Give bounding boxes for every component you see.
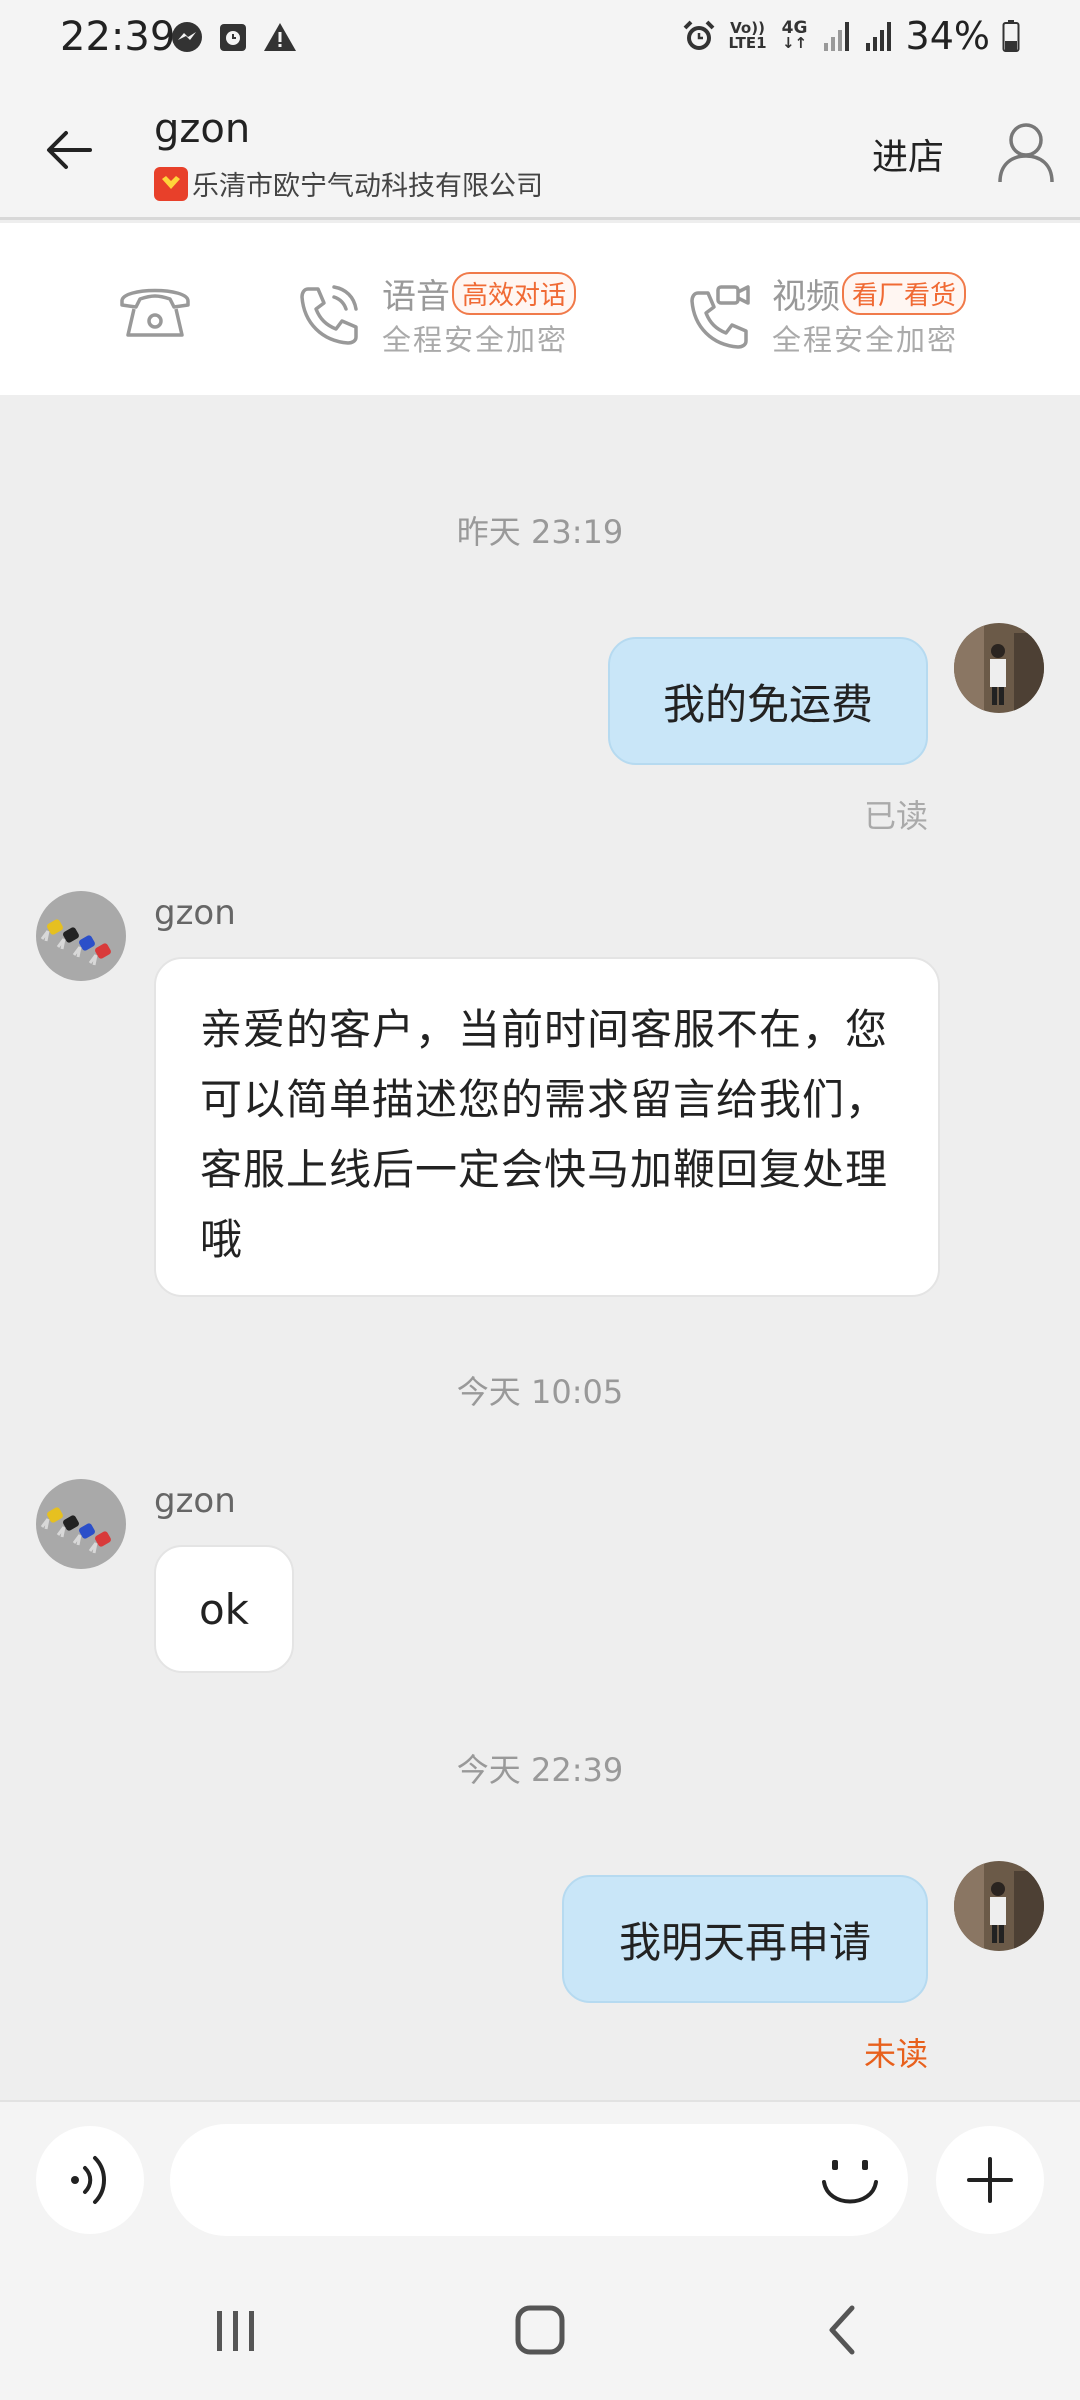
shop-avatar[interactable] <box>36 1479 126 1569</box>
4g-icon: 4G ↓↑ <box>780 20 810 51</box>
back-arrow-icon[interactable] <box>40 120 100 180</box>
company-row[interactable]: 乐清市欧宁气动科技有限公司 <box>154 164 543 203</box>
telephone-icon[interactable] <box>118 279 192 339</box>
recent-apps-icon <box>217 2311 254 2351</box>
my-avatar[interactable] <box>954 623 1044 713</box>
emoji-icon[interactable] <box>820 2152 880 2212</box>
volte-icon: Vo)) LTE1 <box>728 19 767 52</box>
status-right-icons: Vo)) LTE1 4G ↓↑ 34% <box>682 14 1020 58</box>
my-avatar[interactable] <box>954 1861 1044 1951</box>
back-chevron-icon <box>829 2305 855 2355</box>
video-call-option[interactable]: 视频 看厂看货 全程安全加密 <box>684 261 1004 361</box>
battery-icon <box>1002 20 1020 52</box>
status-bar: 22:39 Vo)) LTE1 4G ↓↑ 34% <box>0 0 1080 80</box>
recent-apps-button[interactable] <box>196 2295 276 2365</box>
status-time: 22:39 <box>60 14 176 60</box>
enter-store-button[interactable]: 进店 <box>872 128 944 180</box>
incoming-message[interactable]: 亲爱的客户，当前时间客服不在，您可以简单描述您的需求留言给我们，客服上线后一定会… <box>154 957 940 1297</box>
video-call-label: 视频 看厂看货 <box>772 269 967 318</box>
warning-icon <box>264 23 296 51</box>
system-nav-bar <box>0 2255 1080 2400</box>
back-nav-button[interactable] <box>802 2295 882 2365</box>
messenger-icon <box>172 22 202 52</box>
voice-wave-icon <box>71 2156 106 2204</box>
voice-call-option[interactable]: 语音 高效对话 全程安全加密 <box>294 261 614 361</box>
clock-app-icon <box>220 24 246 51</box>
voice-call-tag: 高效对话 <box>452 272 577 315</box>
timestamp: 今天 22:39 <box>456 1751 624 1789</box>
alarm-icon <box>683 20 714 50</box>
sender-name: gzon <box>154 1481 236 1521</box>
profile-icon[interactable] <box>996 118 1056 184</box>
signal-icon <box>823 22 849 51</box>
plus-icon <box>967 2157 1013 2203</box>
chat-header: gzon 乐清市欧宁气动科技有限公司 进店 <box>0 80 1080 220</box>
voice-call-icon <box>300 285 358 345</box>
unread-status: 未读 <box>863 2035 928 2073</box>
timestamp: 昨天 23:19 <box>456 513 624 551</box>
status-left-icons <box>170 20 298 54</box>
video-call-icon <box>690 285 750 349</box>
timestamp: 今天 10:05 <box>456 1373 624 1411</box>
read-status: 已读 <box>863 797 928 835</box>
sender-name: gzon <box>154 893 236 933</box>
home-icon <box>515 2305 565 2355</box>
input-bar <box>0 2100 1080 2255</box>
company-name: 乐清市欧宁气动科技有限公司 <box>192 171 543 202</box>
voice-call-sub: 全程安全加密 <box>382 323 569 357</box>
more-options-button[interactable] <box>936 2126 1044 2234</box>
shop-avatar[interactable] <box>36 891 126 981</box>
outgoing-message[interactable]: 我的免运费 <box>608 637 928 765</box>
voice-input-button[interactable] <box>36 2126 144 2234</box>
incoming-message[interactable]: ok <box>154 1545 294 1673</box>
message-input[interactable] <box>170 2124 908 2236</box>
battery-percent: 34% <box>905 14 990 58</box>
call-bar: 语音 高效对话 全程安全加密 视频 看厂看货 全程安全加密 <box>0 223 1080 395</box>
video-call-tag: 看厂看货 <box>842 272 967 315</box>
video-call-sub: 全程安全加密 <box>772 323 959 357</box>
voice-call-label: 语音 高效对话 <box>382 269 577 318</box>
home-button[interactable] <box>500 2295 580 2365</box>
chat-title[interactable]: gzon <box>154 106 250 152</box>
outgoing-message[interactable]: 我明天再申请 <box>562 1875 928 2003</box>
shop-badge-icon <box>154 166 188 201</box>
chat-messages[interactable]: 昨天 23:19 我的免运费 已读 gzon 亲爱的客户，当前时间客服不在，您可… <box>0 395 1080 2100</box>
signal-icon <box>865 22 891 51</box>
